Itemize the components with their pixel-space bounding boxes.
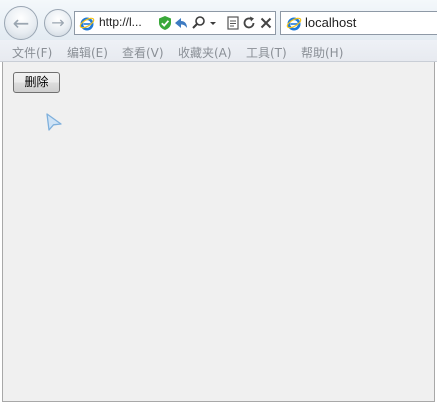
menu-favorites[interactable]: 收藏夹(A) xyxy=(178,44,232,61)
delete-button[interactable]: 删除 xyxy=(13,72,60,93)
back-button[interactable]: ← xyxy=(4,6,38,40)
ie-tab-icon xyxy=(286,17,302,31)
menu-file[interactable]: 文件(F) xyxy=(12,44,52,61)
search-icon[interactable] xyxy=(191,15,207,31)
menu-bar: 文件(F) 编辑(E) 查看(V) 收藏夹(A) 工具(T) 帮助(H) xyxy=(0,40,437,62)
menu-edit[interactable]: 编辑(E) xyxy=(67,44,108,61)
tab-title[interactable]: localhost xyxy=(305,15,356,30)
browser-title-bar: ← → http://l... localhost xyxy=(0,0,437,41)
mouse-cursor-icon xyxy=(46,113,62,131)
window-bottom-frame xyxy=(0,402,437,409)
forward-button[interactable]: → xyxy=(44,9,72,37)
compatibility-view-icon[interactable] xyxy=(173,15,189,31)
menu-view[interactable]: 查看(V) xyxy=(122,44,164,61)
refresh-icon[interactable] xyxy=(241,15,257,31)
page-content: 删除 xyxy=(2,62,435,402)
menu-help[interactable]: 帮助(H) xyxy=(301,44,343,61)
page-icon[interactable] xyxy=(225,15,241,31)
menu-tools[interactable]: 工具(T) xyxy=(246,44,287,61)
back-arrow-icon: ← xyxy=(12,11,30,35)
address-text[interactable]: http://l... xyxy=(99,15,142,29)
forward-arrow-icon: → xyxy=(51,13,65,32)
address-bar[interactable]: http://l... xyxy=(74,11,276,35)
dropdown-arrow-icon[interactable] xyxy=(208,15,218,31)
stop-close-icon[interactable] xyxy=(258,15,274,31)
ie-logo-icon xyxy=(79,17,95,31)
shield-check-icon[interactable] xyxy=(157,15,173,31)
browser-tab[interactable]: localhost xyxy=(280,11,437,35)
